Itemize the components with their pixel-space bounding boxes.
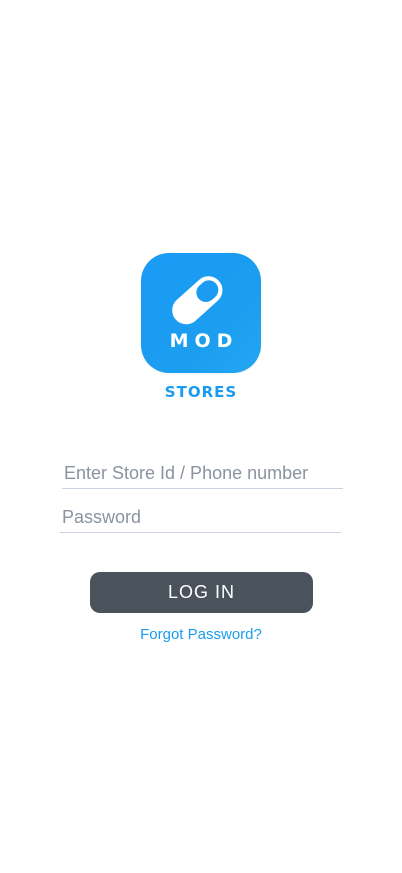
login-button[interactable]: LOG IN [90,572,313,613]
logo-text: MOD [169,330,239,352]
app-logo: MOD [141,253,261,373]
forgot-password-link[interactable]: Forgot Password? [0,626,402,643]
pill-icon [172,276,223,325]
store-id-input[interactable] [62,458,343,489]
password-input[interactable] [60,502,341,533]
brand-subtitle: STORES [164,383,238,401]
